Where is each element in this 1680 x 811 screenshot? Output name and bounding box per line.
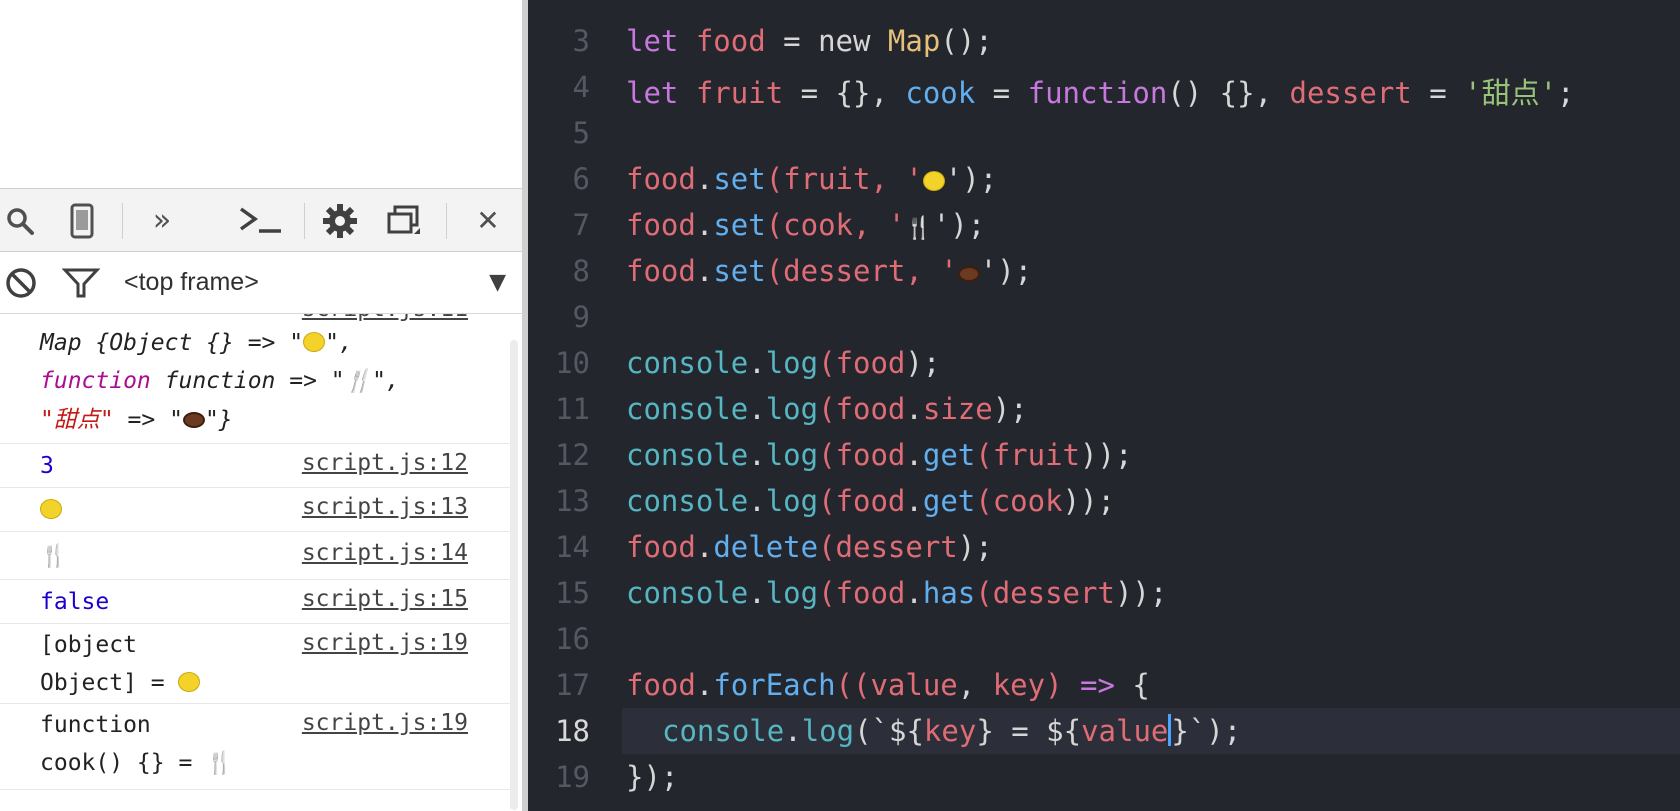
line-number: 16: [555, 622, 590, 656]
code-line: console.log(food.get(cook));: [626, 484, 1115, 518]
map-line-3: "甜点" => " "}: [40, 407, 233, 433]
filter-icon[interactable]: [61, 267, 101, 304]
output-value: false: [40, 589, 110, 615]
source-link[interactable]: script.js:13: [302, 494, 468, 520]
source-link[interactable]: script.js:19: [302, 710, 468, 736]
lemon-icon: [40, 499, 62, 519]
console-message: function cook() {} = 🍴 script.js:19: [0, 704, 510, 790]
line-number: 17: [555, 668, 590, 702]
map-line-2: function function => "🍴",: [40, 362, 400, 401]
code-line: food.set(fruit, ' ');: [626, 162, 998, 196]
console-prompt-icon[interactable]: [236, 203, 286, 239]
line-number: 8: [572, 254, 590, 288]
code-line: console.log(food.has(dessert));: [626, 576, 1168, 610]
page-viewport-blank: [0, 0, 522, 188]
frame-selector-value: <top frame>: [124, 268, 259, 296]
donut-icon: [182, 412, 205, 428]
source-link[interactable]: script.js:11: [302, 314, 468, 322]
line-number: 13: [555, 484, 590, 518]
source-link[interactable]: script.js:14: [302, 540, 468, 566]
code-line: console.log(food.get(fruit));: [626, 438, 1133, 472]
close-glyph: ✕: [476, 204, 500, 237]
line-number: 10: [555, 346, 590, 380]
source-link[interactable]: script.js:12: [302, 450, 468, 476]
map-line-1: Map {Object {} => " ",: [40, 330, 353, 356]
code-line: let fruit = {}, cook = function() {}, de…: [626, 76, 1575, 110]
code-line: let food = new Map();: [626, 24, 993, 58]
line-number: 6: [572, 162, 590, 196]
code-line: console.log(food);: [626, 346, 941, 380]
lemon-icon: [303, 332, 326, 352]
source-link[interactable]: script.js:19: [302, 630, 468, 656]
line-number: 14: [555, 530, 590, 564]
console-scrollbar[interactable]: [510, 340, 518, 810]
chevrons-glyph: »: [152, 203, 172, 238]
devtools-panel: » ✕ <top frame> ▼ Map {Object {} => " ",…: [0, 0, 522, 811]
code-line: console.log(food.size);: [626, 392, 1028, 426]
clear-console-icon[interactable]: [4, 266, 38, 305]
map-output: Map {Object {} => " ", function function …: [40, 324, 400, 439]
console-message: 3 script.js:12: [0, 444, 510, 488]
code-line: food.delete(dessert);: [626, 530, 993, 564]
lemon-icon: [178, 672, 201, 692]
chevrons-icon[interactable]: »: [144, 203, 180, 239]
output-value: [object Object] =: [40, 626, 201, 702]
line-number: 15: [555, 576, 590, 610]
lemon-icon: [922, 171, 945, 191]
output-value: function cook() {} = 🍴: [40, 706, 234, 783]
code-line: food.set(cook, '🍴');: [626, 208, 986, 242]
console-output: script.js:11 Map {Object {} => "", funct…: [0, 314, 522, 811]
output-value: 3: [40, 453, 54, 479]
console-message: script.js:13: [0, 488, 510, 532]
code-line-active: console.log(`${key} = ${value}`);: [662, 714, 1242, 748]
output-value: 🍴: [40, 537, 67, 576]
console-message: false script.js:15: [0, 580, 510, 624]
fork-knife-icon: 🍴: [905, 216, 933, 241]
line-number-active: 18: [555, 714, 590, 748]
fork-knife-icon: 🍴: [344, 369, 373, 394]
donut-icon: [957, 266, 980, 282]
gear-icon[interactable]: [322, 203, 358, 239]
line-number: 5: [572, 116, 590, 150]
line-number: 7: [572, 208, 590, 242]
fork-knife-icon: 🍴: [40, 544, 68, 569]
device-icon[interactable]: [64, 203, 100, 239]
output-value: [40, 491, 62, 529]
devtools-toolbar: » ✕: [0, 188, 522, 252]
line-number: 12: [555, 438, 590, 472]
line-number: 3: [572, 24, 590, 58]
code-editor[interactable]: 3 4 5 6 7 8 9 10 11 12 13 14 15 16 17 18…: [528, 0, 1680, 811]
frame-selector[interactable]: <top frame> ▼: [124, 268, 510, 298]
code-line: food.forEach((value, key) => {: [626, 668, 1150, 702]
chevron-down-icon: ▼: [489, 270, 506, 295]
search-icon[interactable]: [2, 203, 38, 239]
line-number: 11: [555, 392, 590, 426]
console-message: [object Object] = script.js:19: [0, 624, 510, 704]
line-number: 4: [572, 70, 590, 104]
dock-icon[interactable]: [386, 203, 422, 239]
line-number: 9: [572, 300, 590, 334]
console-filter-bar: <top frame> ▼: [0, 252, 522, 314]
console-message: script.js:11 Map {Object {} => "", funct…: [0, 314, 510, 444]
code-line: });: [626, 760, 679, 794]
code-line: food.set(dessert, ' ');: [626, 254, 1033, 288]
fork-knife-icon: 🍴: [206, 751, 234, 776]
line-number: 19: [555, 760, 590, 794]
console-message: 🍴 script.js:14: [0, 532, 510, 580]
close-icon[interactable]: ✕: [470, 203, 506, 239]
source-link[interactable]: script.js:15: [302, 586, 468, 612]
